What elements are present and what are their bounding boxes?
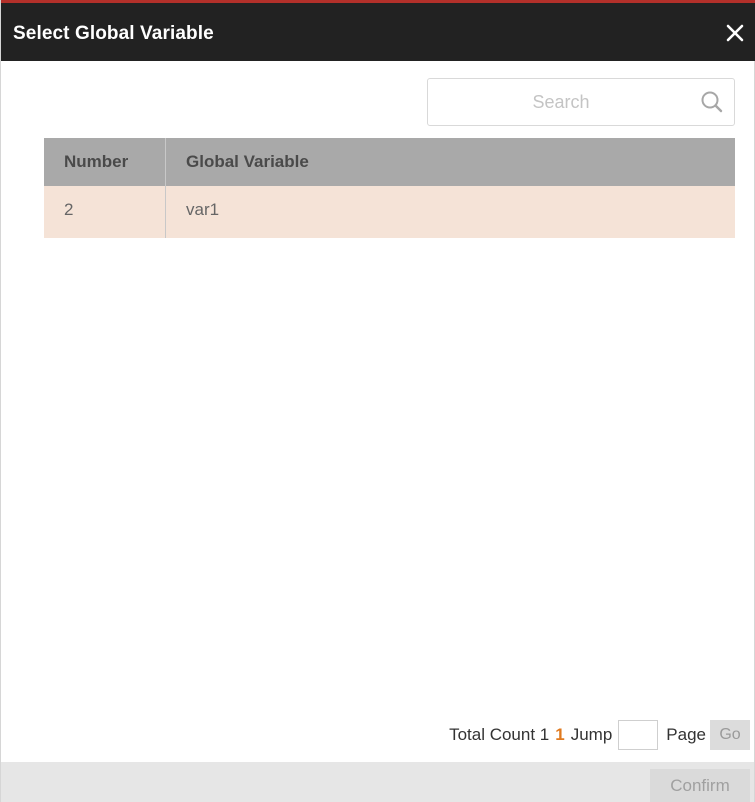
- go-button[interactable]: Go: [710, 720, 750, 750]
- search-icon[interactable]: [700, 90, 724, 114]
- cell-number: 2: [44, 186, 166, 238]
- dialog-title-bar: Select Global Variable: [1, 0, 755, 61]
- jump-page-input[interactable]: [618, 720, 659, 750]
- pagination: Total Count 1 1 Jump Page Go: [449, 719, 750, 751]
- search-box: [427, 78, 735, 126]
- close-icon[interactable]: [724, 22, 746, 44]
- search-input[interactable]: [436, 79, 686, 125]
- global-variable-table: Number Global Variable 2 var1: [44, 138, 735, 238]
- current-page[interactable]: 1: [555, 725, 564, 745]
- dialog-footer: Confirm: [1, 762, 754, 802]
- jump-label: Jump: [570, 725, 613, 744]
- table-header: Number Global Variable: [44, 138, 735, 186]
- total-count: Total Count 1: [449, 725, 550, 744]
- column-header-global-variable: Global Variable: [186, 152, 309, 171]
- column-header-number: Number: [44, 138, 166, 186]
- table-row[interactable]: 2 var1: [44, 186, 735, 238]
- page-label: Page: [666, 725, 706, 744]
- confirm-button[interactable]: Confirm: [650, 769, 750, 802]
- dialog-title: Select Global Variable: [13, 23, 214, 44]
- select-global-variable-dialog: Select Global Variable Number Global Var…: [0, 0, 755, 802]
- cell-global-variable: var1: [186, 200, 220, 219]
